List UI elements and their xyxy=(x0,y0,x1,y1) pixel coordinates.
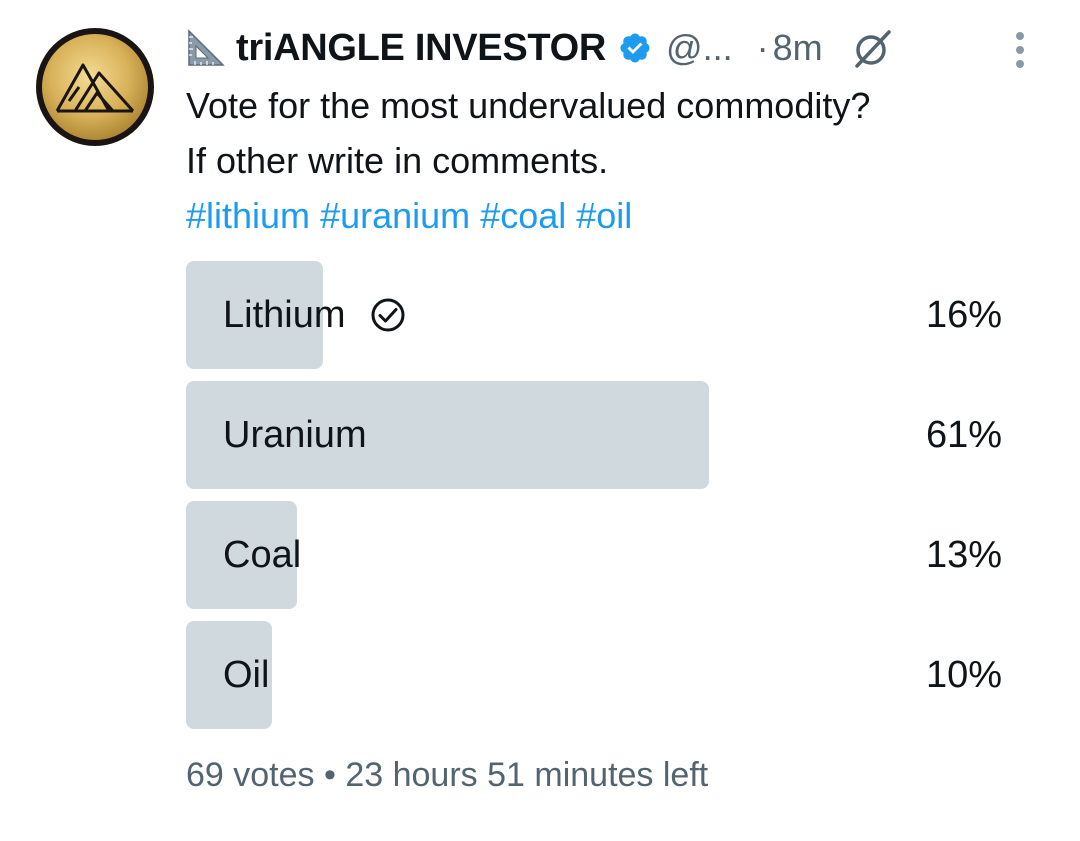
poll-option-label: Lithium xyxy=(223,293,346,336)
check-circle-icon xyxy=(371,298,404,332)
user-handle[interactable]: @... xyxy=(666,27,733,69)
poll-option-percent: 10% xyxy=(925,653,1002,696)
poll-option-label: Oil xyxy=(223,653,270,696)
poll-option: Coal 13% xyxy=(186,501,1002,609)
avatar[interactable] xyxy=(36,28,154,146)
post-text: Vote for the most undervalued commodity?… xyxy=(186,78,1046,243)
verified-badge-icon[interactable] xyxy=(618,31,652,65)
poll-time-left: 23 hours 51 minutes left xyxy=(345,756,709,794)
footer-separator: • xyxy=(323,756,336,794)
poll-option: Uranium 61% xyxy=(186,381,1002,489)
post-text-line: Vote for the most undervalued commodity? xyxy=(186,85,871,126)
mountain-logo-avatar xyxy=(42,34,148,140)
hashtag-link[interactable]: #oil xyxy=(576,195,632,236)
poll-option-label-wrap: Uranium xyxy=(223,381,367,489)
poll-footer: 69 votes • 23 hours 51 minutes left xyxy=(186,756,708,795)
hashtag-link[interactable]: #uranium xyxy=(320,195,470,236)
separator-dot: · xyxy=(756,27,769,68)
triangle-ruler-icon xyxy=(188,29,225,66)
grok-icon[interactable] xyxy=(851,26,895,70)
poll-option-label-wrap: Coal xyxy=(223,501,301,609)
poll: Lithium 16% Uranium 61% Coal 13% Oil 10% xyxy=(186,261,1002,741)
vote-count: 69 votes xyxy=(186,756,315,794)
poll-option: Oil 10% xyxy=(186,621,1002,729)
poll-option-label: Uranium xyxy=(223,413,367,456)
post-header: triANGLE INVESTOR @... · 8m xyxy=(186,22,895,74)
display-name[interactable]: triANGLE INVESTOR xyxy=(236,27,606,70)
post-time[interactable]: 8m xyxy=(773,27,823,69)
poll-option-label-wrap: Oil xyxy=(223,621,269,729)
poll-option: Lithium 16% xyxy=(186,261,1002,369)
hashtag-list: #lithium #uranium #coal #oil xyxy=(186,188,1046,243)
poll-option-percent: 16% xyxy=(925,293,1002,336)
mountain-logo-icon xyxy=(55,63,135,113)
hashtag-link[interactable]: #coal xyxy=(480,195,566,236)
poll-option-label-wrap: Lithium xyxy=(223,261,406,369)
poll-option-percent: 61% xyxy=(925,413,1002,456)
poll-option-percent: 13% xyxy=(925,533,1002,576)
more-options-icon[interactable] xyxy=(1010,30,1030,70)
hashtag-link[interactable]: #lithium xyxy=(186,195,310,236)
post-text-line: If other write in comments. xyxy=(186,140,609,181)
poll-option-label: Coal xyxy=(223,533,302,576)
